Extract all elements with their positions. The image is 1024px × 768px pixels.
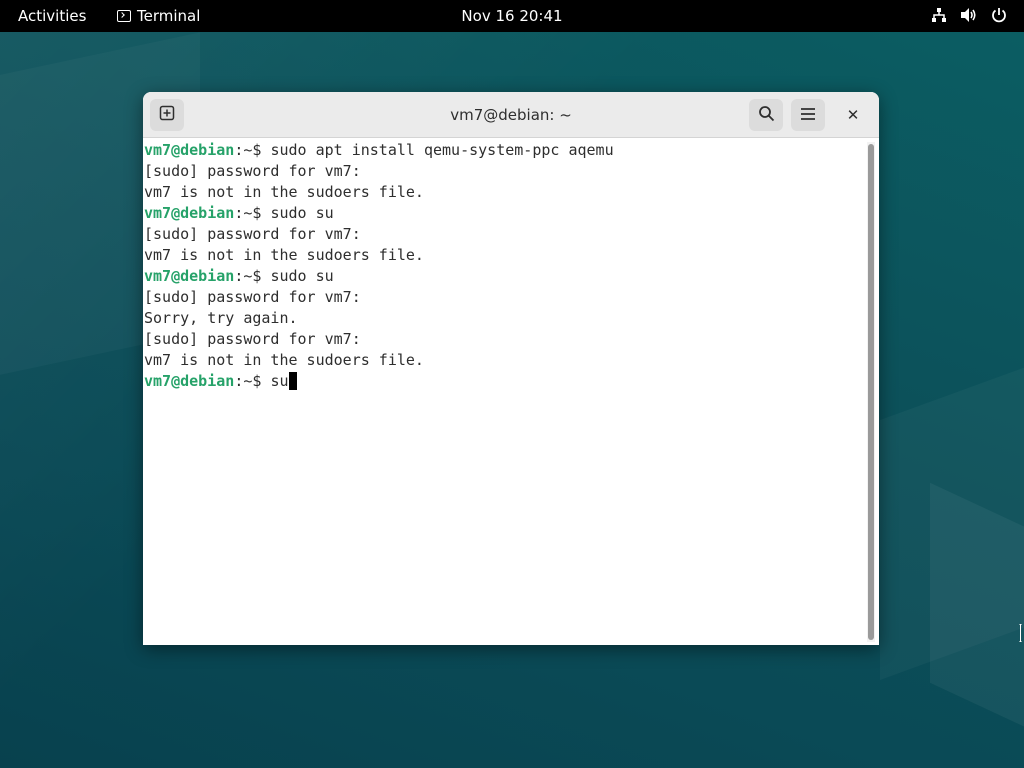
top-bar: Activities Terminal Nov 16 20:41 (0, 0, 1024, 32)
terminal-output-line: vm7 is not in the sudoers file. (143, 182, 864, 203)
terminal-output-line: [sudo] password for vm7: (143, 287, 864, 308)
prompt-user-host: vm7@debian (144, 372, 235, 390)
output-text: [sudo] password for vm7: (144, 330, 361, 348)
search-button[interactable] (749, 99, 783, 131)
scrollbar-thumb[interactable] (868, 144, 874, 640)
output-text: Sorry, try again. (144, 309, 298, 327)
text-cursor (288, 372, 297, 390)
command-text: sudo su (270, 204, 334, 222)
window-header-bar[interactable]: vm7@debian: ~ ✕ (143, 92, 879, 138)
terminal-output-line: [sudo] password for vm7: (143, 329, 864, 350)
search-icon (758, 105, 775, 126)
menu-button[interactable] (791, 99, 825, 131)
prompt-user-host: vm7@debian (144, 267, 235, 285)
close-icon: ✕ (846, 106, 860, 124)
network-icon[interactable] (930, 6, 948, 24)
prompt-path: :~$ (234, 204, 271, 222)
terminal-window[interactable]: vm7@debian: ~ ✕ vm7@debian:~$ sudo apt i… (143, 92, 879, 645)
prompt-user-host: vm7@debian (144, 141, 235, 159)
scrollbar[interactable] (867, 142, 875, 642)
prompt-path: :~$ (234, 141, 271, 159)
volume-icon[interactable] (960, 6, 978, 24)
terminal-output-line: vm7 is not in the sudoers file. (143, 245, 864, 266)
output-text: vm7 is not in the sudoers file. (144, 183, 424, 201)
terminal-output-line: [sudo] password for vm7: (143, 224, 864, 245)
output-text: [sudo] password for vm7: (144, 162, 361, 180)
hamburger-menu-icon (800, 106, 816, 125)
terminal-output-line: vm7 is not in the sudoers file. (143, 350, 864, 371)
close-button[interactable]: ✕ (841, 103, 865, 127)
terminal-output-line: Sorry, try again. (143, 308, 864, 329)
terminal-output-line: [sudo] password for vm7: (143, 161, 864, 182)
system-tray[interactable] (930, 6, 1008, 24)
output-text: vm7 is not in the sudoers file. (144, 246, 424, 264)
output-text: [sudo] password for vm7: (144, 225, 361, 243)
clock-button[interactable]: Nov 16 20:41 (461, 7, 562, 25)
prompt-path: :~$ (234, 267, 271, 285)
command-text: su (270, 372, 289, 390)
terminal-prompt-line: vm7@debian:~$ sudo apt install qemu-syst… (143, 140, 864, 161)
prompt-user-host: vm7@debian (144, 204, 235, 222)
terminal-prompt-line: vm7@debian:~$ sudo su (143, 266, 864, 287)
power-icon[interactable] (990, 6, 1008, 24)
terminal-prompt-line: vm7@debian:~$ su (143, 371, 864, 392)
wallpaper-facet (930, 482, 1024, 758)
output-text: vm7 is not in the sudoers file. (144, 351, 424, 369)
clock-area: Nov 16 20:41 (0, 7, 1024, 25)
prompt-path: :~$ (234, 372, 271, 390)
command-text: sudo apt install qemu-system-ppc aqemu (270, 141, 614, 159)
mouse-cursor (1019, 623, 1022, 643)
terminal-prompt-line: vm7@debian:~$ sudo su (143, 203, 864, 224)
output-text: [sudo] password for vm7: (144, 288, 361, 306)
command-text: sudo su (270, 267, 334, 285)
terminal-output[interactable]: vm7@debian:~$ sudo apt install qemu-syst… (143, 139, 864, 645)
